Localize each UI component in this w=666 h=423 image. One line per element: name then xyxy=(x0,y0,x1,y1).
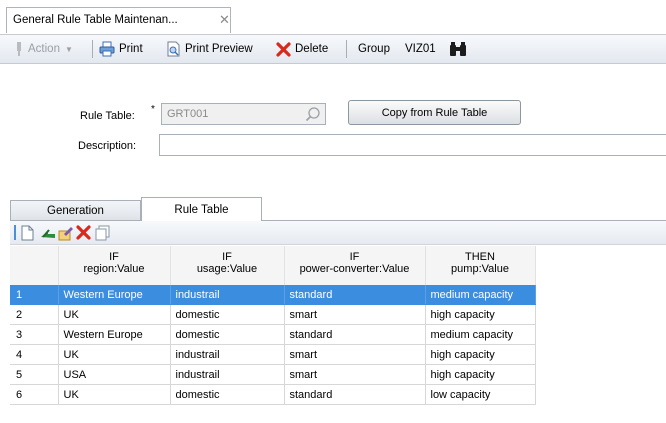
cell-power-converter[interactable]: smart xyxy=(284,364,426,385)
group-label: Group xyxy=(358,43,390,55)
cell-region[interactable]: UK xyxy=(58,304,171,325)
cell-pump[interactable]: high capacity xyxy=(425,364,536,385)
search-icon[interactable] xyxy=(305,106,321,122)
document-tab[interactable]: General Rule Table Maintenan... ✕ xyxy=(6,7,231,33)
cell-pump[interactable]: high capacity xyxy=(425,344,536,365)
column-header-region[interactable]: IF region:Value xyxy=(58,246,171,285)
delete-x-icon xyxy=(276,41,291,57)
delete-label: Delete xyxy=(295,43,329,55)
cell-pump[interactable]: high capacity xyxy=(425,304,536,325)
row-number: 6 xyxy=(10,384,59,405)
cell-power-converter[interactable]: smart xyxy=(284,344,426,365)
print-label: Print xyxy=(119,43,143,55)
rule-table-input[interactable]: GRT001 xyxy=(161,103,326,125)
chevron-down-icon: ▼ xyxy=(64,44,73,54)
cell-usage[interactable]: domestic xyxy=(170,304,285,325)
print-preview-icon xyxy=(167,41,180,57)
tab-generation[interactable]: Generation xyxy=(10,200,141,221)
column-header-rownum[interactable] xyxy=(10,246,59,285)
action-label: Action xyxy=(28,43,60,55)
column-header-usage[interactable]: IF usage:Value xyxy=(170,246,285,285)
new-row-icon[interactable] xyxy=(21,225,34,241)
cell-region[interactable]: Western Europe xyxy=(58,324,171,345)
row-number: 5 xyxy=(10,364,59,385)
cell-usage[interactable]: domestic xyxy=(170,324,285,345)
group-value: VIZ01 xyxy=(405,43,436,55)
rule-grid: IF region:Value IF usage:Value IF power-con… xyxy=(10,246,536,405)
column-header-power-converter[interactable]: IF power-converter:Value xyxy=(284,246,426,285)
toolbar-divider xyxy=(346,40,347,58)
description-input[interactable] xyxy=(159,134,666,156)
toolbar-divider xyxy=(92,40,93,58)
cell-power-converter[interactable]: standard xyxy=(284,384,426,405)
action-menu-button[interactable]: Action ▼ xyxy=(14,35,73,63)
cell-region[interactable]: USA xyxy=(58,364,171,385)
print-preview-label: Print Preview xyxy=(185,43,253,55)
main-toolbar: Action ▼ Print Print Preview Delete Grou… xyxy=(0,35,666,64)
table-row[interactable]: 2 UK domestic smart high capacity xyxy=(10,304,536,325)
rule-table-value: GRT001 xyxy=(167,108,209,120)
row-number: 4 xyxy=(10,344,59,365)
delete-button[interactable]: Delete xyxy=(276,35,328,63)
cell-region[interactable]: UK xyxy=(58,384,171,405)
edit-row-icon[interactable] xyxy=(58,225,74,241)
cell-power-converter[interactable]: smart xyxy=(284,304,426,325)
table-row[interactable]: 1 Western Europe industrail standard med… xyxy=(10,285,536,305)
binoculars-icon xyxy=(450,42,466,56)
binoculars-button[interactable] xyxy=(449,35,467,63)
grip-icon xyxy=(14,225,16,240)
printer-icon xyxy=(99,41,115,57)
row-number: 2 xyxy=(10,304,59,325)
action-icon xyxy=(17,42,21,56)
tab-rule-table[interactable]: Rule Table xyxy=(141,197,262,222)
cell-pump[interactable]: low capacity xyxy=(425,384,536,405)
copy-from-rule-table-button[interactable]: Copy from Rule Table xyxy=(348,100,521,125)
print-preview-button[interactable]: Print Preview xyxy=(166,35,253,63)
table-row[interactable]: 6 UK domestic standard low capacity xyxy=(10,384,536,405)
table-row[interactable]: 5 USA industrail smart high capacity xyxy=(10,364,536,385)
required-marker: * xyxy=(151,104,155,115)
row-number: 3 xyxy=(10,324,59,345)
row-number: 1 xyxy=(10,285,59,305)
delete-row-icon[interactable] xyxy=(76,225,91,240)
close-icon[interactable]: ✕ xyxy=(219,12,230,28)
cell-pump[interactable]: medium capacity xyxy=(425,285,536,305)
copy-row-icon[interactable] xyxy=(95,225,110,241)
cell-usage[interactable]: industrail xyxy=(170,364,285,385)
cell-region[interactable]: UK xyxy=(58,344,171,365)
cell-power-converter[interactable]: standard xyxy=(284,285,426,305)
document-tab-strip: General Rule Table Maintenan... ✕ xyxy=(0,0,666,35)
table-row[interactable]: 3 Western Europe domestic standard mediu… xyxy=(10,324,536,345)
grid-header-row: IF region:Value IF usage:Value IF power-con… xyxy=(10,246,536,285)
cell-power-converter[interactable]: standard xyxy=(284,324,426,345)
move-row-icon[interactable] xyxy=(40,225,56,241)
rule-table-label: Rule Table: xyxy=(80,110,135,122)
description-label: Description: xyxy=(78,140,137,152)
cell-pump[interactable]: medium capacity xyxy=(425,324,536,345)
cell-region[interactable]: Western Europe xyxy=(58,285,171,305)
cell-usage[interactable]: domestic xyxy=(170,384,285,405)
grid-toolbar xyxy=(10,221,666,245)
document-tab-title: General Rule Table Maintenan... xyxy=(13,14,178,26)
print-button[interactable]: Print xyxy=(99,35,143,63)
table-row[interactable]: 4 UK industrail smart high capacity xyxy=(10,344,536,365)
cell-usage[interactable]: industrail xyxy=(170,344,285,365)
cell-usage[interactable]: industrail xyxy=(170,285,285,305)
column-header-pump[interactable]: THEN pump:Value xyxy=(425,246,536,285)
